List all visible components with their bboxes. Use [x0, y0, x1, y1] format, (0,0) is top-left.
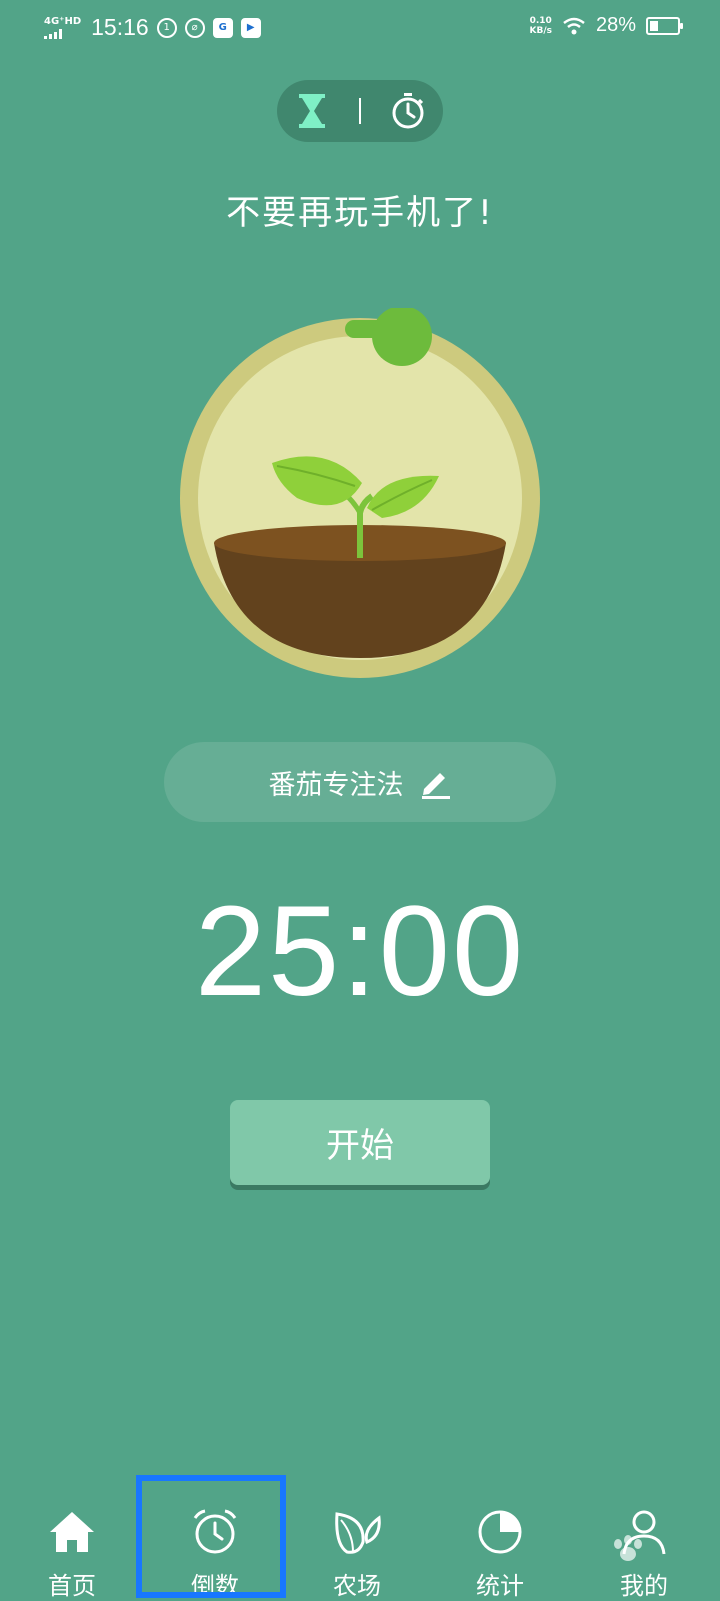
pie-chart-icon	[478, 1510, 522, 1554]
leaf-notification-icon: ⌀	[184, 17, 205, 38]
nav-label-home: 首页	[48, 1572, 96, 1600]
leaves-icon	[335, 1512, 381, 1554]
toggle-divider	[358, 98, 361, 124]
pencil-icon	[421, 773, 450, 799]
nav-item-stats[interactable]: 统计	[450, 1480, 550, 1600]
hourglass-icon[interactable]	[290, 89, 334, 133]
status-bar: 4G⁺HD 15:16 1 ⌀ G ▶ 0.10 KB/s 28%	[0, 0, 720, 56]
nav-item-home[interactable]: 首页	[22, 1480, 122, 1600]
home-icon	[50, 1512, 94, 1552]
network-indicator: 4G⁺HD	[44, 16, 81, 39]
wifi-icon	[563, 17, 585, 34]
highlight-box	[136, 1475, 286, 1598]
stopwatch-icon[interactable]	[386, 89, 430, 133]
app-notification-icon: 1	[156, 17, 177, 38]
network-speed: 0.10 KB/s	[529, 15, 552, 36]
plant-illustration[interactable]	[177, 306, 543, 688]
nav-label-farm: 农场	[333, 1572, 381, 1600]
start-button[interactable]: 开始	[230, 1100, 490, 1185]
battery-percent: 28%	[595, 14, 636, 36]
clock: 15:16	[91, 14, 149, 40]
app-square-icon: G	[212, 17, 233, 38]
page-title: 不要再玩手机了!	[226, 193, 494, 233]
mode-toggle	[277, 80, 443, 142]
battery-icon	[646, 16, 683, 35]
nav-label-stats: 统计	[476, 1572, 524, 1600]
tag-selector[interactable]: 番茄专注法	[164, 742, 556, 822]
tag-label: 番茄专注法	[268, 769, 404, 801]
timer-display: 25:00	[194, 880, 526, 1023]
nav-item-farm[interactable]: 农场	[307, 1480, 407, 1600]
baidu-jingyan-watermark	[614, 1535, 642, 1561]
play-app-icon: ▶	[240, 17, 261, 38]
